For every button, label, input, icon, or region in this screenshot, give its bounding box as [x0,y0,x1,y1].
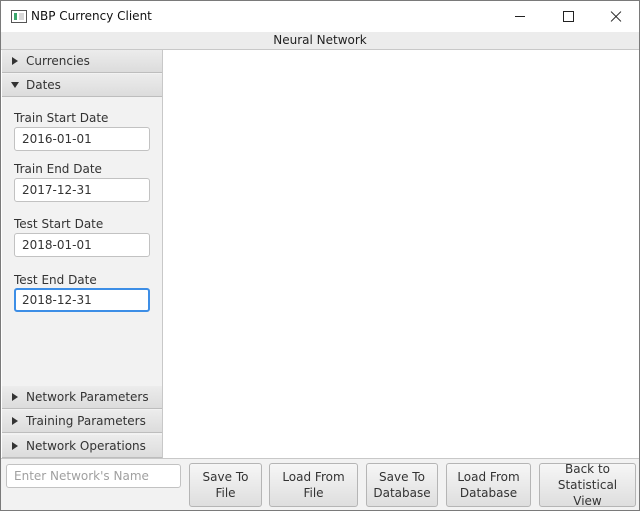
pane-label: Network Operations [26,439,146,453]
pane-label: Currencies [26,54,90,68]
network-name-input[interactable] [6,464,181,488]
pane-currencies[interactable]: Currencies [2,50,162,73]
pane-label: Dates [26,78,61,92]
dates-pane-content: Train Start Date Train End Date Test Sta… [2,98,162,387]
content-header: Neural Network [1,32,639,50]
test-start-date-label: Test Start Date [14,217,104,231]
train-end-date-input[interactable] [14,178,150,202]
train-start-date-input[interactable] [14,127,150,151]
load-from-file-button[interactable]: Load From File [269,463,358,507]
button-label: Load From File [282,470,345,500]
bottom-toolbar: Save To File Load From File Save To Data… [1,458,639,510]
app-window: NBP Currency Client Neural Network Curre… [0,0,640,511]
maximize-icon [562,11,574,22]
chevron-right-icon [12,417,18,425]
close-icon [610,11,622,23]
button-label: Save To File [202,470,249,500]
sidebar-accordion: Currencies Dates Train Start Date Train … [2,50,163,458]
pane-label: Network Parameters [26,390,149,404]
test-end-date-label: Test End Date [14,273,97,287]
pane-label: Training Parameters [26,414,146,428]
button-label: Load From Database [457,470,520,500]
chevron-down-icon [11,82,19,88]
pane-network-parameters[interactable]: Network Parameters [2,386,162,409]
load-from-database-button[interactable]: Load From Database [446,463,531,507]
save-to-file-button[interactable]: Save To File [189,463,262,507]
save-to-database-button[interactable]: Save To Database [366,463,438,507]
app-icon [11,10,27,23]
chevron-right-icon [12,393,18,401]
button-label: Save To Database [373,470,431,500]
pane-network-operations[interactable]: Network Operations [2,435,162,458]
button-label: Back to Statistical View [557,462,618,508]
minimize-icon [515,16,525,17]
train-start-date-label: Train Start Date [14,111,109,125]
window-title: NBP Currency Client [31,9,152,23]
test-end-date-input[interactable] [14,288,150,312]
minimize-button[interactable] [497,1,543,32]
network-canvas [164,50,639,458]
title-bar[interactable]: NBP Currency Client [1,1,639,32]
back-to-statistical-view-button[interactable]: Back to Statistical View [539,462,636,508]
train-end-date-label: Train End Date [14,162,102,176]
chevron-right-icon [12,442,18,450]
pane-training-parameters[interactable]: Training Parameters [2,410,162,433]
close-button[interactable] [593,1,639,32]
test-start-date-input[interactable] [14,233,150,257]
maximize-button[interactable] [545,1,591,32]
pane-dates[interactable]: Dates [2,74,162,97]
chevron-right-icon [12,57,18,65]
